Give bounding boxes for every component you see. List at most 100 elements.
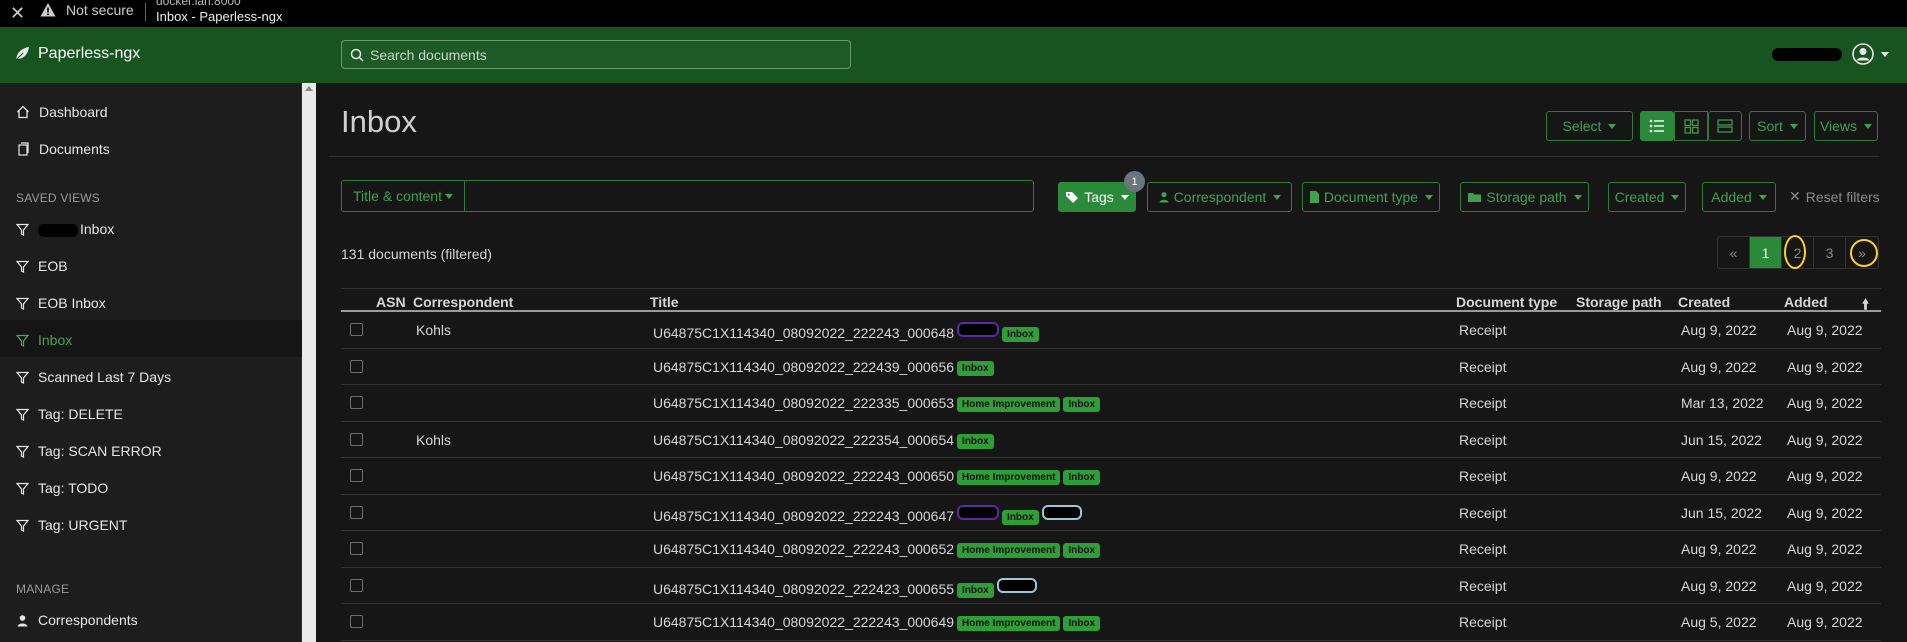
- tag-badge[interactable]: Inbox: [1063, 397, 1101, 412]
- column-header-created[interactable]: Created: [1678, 294, 1730, 310]
- tag-badge[interactable]: Inbox: [957, 360, 994, 376]
- views-button[interactable]: Views: [1814, 111, 1878, 141]
- browser-tab-title: Inbox - Paperless-ngx: [156, 9, 283, 24]
- column-header-document-type[interactable]: Document type: [1456, 294, 1557, 310]
- correspondent-filter-button[interactable]: Correspondent: [1147, 182, 1292, 212]
- cell-document-type: Receipt: [1459, 504, 1507, 521]
- search-input[interactable]: [370, 46, 830, 63]
- view-small-cards-button[interactable]: [1674, 111, 1708, 141]
- cell-title[interactable]: U64875C1X114340_08092022_222354_000654 In…: [653, 432, 994, 449]
- sort-button[interactable]: Sort: [1749, 111, 1806, 141]
- table-row[interactable]: U64875C1X114340_08092022_222439_000656 In…: [341, 349, 1881, 385]
- redacted-tag[interactable]: [957, 504, 1000, 520]
- tag-badge[interactable]: Inbox: [1002, 327, 1039, 342]
- cell-title[interactable]: U64875C1X114340_08092022_222243_000652 Ho…: [653, 541, 1101, 558]
- table-row[interactable]: U64875C1X114340_08092022_222423_000655 In…: [341, 568, 1881, 604]
- cell-title[interactable]: U64875C1X114340_08092022_222243_000648 In…: [653, 322, 1039, 342]
- browser-url[interactable]: docker.lan:8000: [156, 0, 241, 8]
- sidebar-item-label: Dashboard: [39, 104, 108, 120]
- tag-badge[interactable]: Home Improvement: [957, 616, 1061, 631]
- column-header-storage-path[interactable]: Storage path: [1576, 294, 1662, 310]
- row-checkbox[interactable]: [350, 396, 363, 409]
- cell-title[interactable]: U64875C1X114340_08092022_222243_000649 Ho…: [653, 614, 1101, 631]
- created-filter-button[interactable]: Created: [1608, 182, 1686, 212]
- chevron-down-icon: [1120, 194, 1129, 200]
- chevron-down-icon: [1671, 194, 1680, 200]
- page-prev-button[interactable]: «: [1718, 237, 1750, 268]
- cell-title[interactable]: U64875C1X114340_08092022_222439_000656 In…: [653, 359, 994, 376]
- sidebar-item-eob[interactable]: EOB: [16, 257, 68, 275]
- sidebar-scrollbar[interactable]: [302, 83, 316, 642]
- text-filter-mode-dropdown[interactable]: Title & content: [342, 181, 465, 211]
- chevron-down-icon: [1608, 123, 1617, 129]
- cell-title[interactable]: U64875C1X114340_08092022_222335_000653 Ho…: [653, 395, 1101, 412]
- table-row[interactable]: Kohls U64875C1X114340_08092022_222243_000…: [341, 312, 1881, 349]
- reset-filters-button[interactable]: ✕ Reset filters: [1789, 188, 1880, 205]
- tag-badge[interactable]: Inbox: [1063, 470, 1101, 485]
- user-menu[interactable]: [1852, 43, 1889, 65]
- search-box[interactable]: [341, 40, 851, 69]
- sidebar-item-inbox[interactable]: Inbox: [16, 331, 72, 349]
- tag-badge[interactable]: Inbox: [1002, 509, 1039, 525]
- sidebar-item-eob-inbox[interactable]: EOB Inbox: [16, 294, 106, 312]
- sidebar-item-dashboard[interactable]: Dashboard: [16, 103, 108, 121]
- tag-badge[interactable]: Inbox: [1063, 616, 1101, 631]
- cell-title[interactable]: U64875C1X114340_08092022_222243_000650 Ho…: [653, 468, 1101, 485]
- document-type-filter-button[interactable]: Document type: [1302, 182, 1440, 212]
- redacted-tag[interactable]: [957, 322, 1000, 337]
- funnel-icon: [16, 445, 29, 458]
- house-icon: [17, 105, 29, 119]
- row-checkbox[interactable]: [350, 323, 363, 336]
- row-checkbox[interactable]: [350, 615, 363, 628]
- cell-title[interactable]: U64875C1X114340_08092022_222243_000647 In…: [653, 504, 1082, 525]
- row-checkbox[interactable]: [350, 469, 363, 482]
- brand[interactable]: Paperless-ngx: [14, 45, 140, 63]
- tag-badge[interactable]: Home Improvement: [957, 397, 1061, 412]
- sidebar-item-documents[interactable]: Documents: [16, 140, 110, 158]
- sidebar-item-correspondents[interactable]: Correspondents: [16, 611, 138, 629]
- column-header-added[interactable]: Added: [1784, 294, 1828, 310]
- table-row[interactable]: U64875C1X114340_08092022_222243_000649 Ho…: [341, 604, 1881, 641]
- tag-badge[interactable]: Inbox: [957, 433, 994, 449]
- row-checkbox[interactable]: [350, 432, 363, 446]
- cell-title[interactable]: U64875C1X114340_08092022_222423_000655 In…: [653, 577, 1037, 598]
- text-filter-input[interactable]: [465, 181, 1033, 211]
- person-icon: [1159, 192, 1169, 203]
- page-3-button[interactable]: 3: [1814, 237, 1846, 268]
- sidebar-item-redacted-inbox[interactable]: Inbox: [16, 220, 114, 238]
- tag-badge[interactable]: Home Improvement: [957, 543, 1061, 558]
- table-row[interactable]: U64875C1X114340_08092022_222243_000650 Ho…: [341, 458, 1881, 495]
- close-icon[interactable]: ✕: [10, 3, 25, 24]
- sidebar-item-scanned-last-7-days[interactable]: Scanned Last 7 Days: [16, 368, 171, 386]
- row-checkbox[interactable]: [350, 505, 363, 519]
- row-checkbox[interactable]: [350, 542, 363, 555]
- storage-path-filter-button[interactable]: Storage path: [1460, 182, 1589, 212]
- page-1-button[interactable]: 1: [1750, 237, 1782, 268]
- redacted-text: [38, 223, 78, 237]
- view-large-cards-button[interactable]: [1708, 111, 1742, 141]
- view-details-button[interactable]: [1640, 111, 1674, 141]
- sidebar-item-tag-todo[interactable]: Tag: TODO: [16, 479, 108, 497]
- file-icon: [1309, 191, 1319, 203]
- table-row[interactable]: Kohls U64875C1X114340_08092022_222354_000…: [341, 422, 1881, 458]
- tag-badge[interactable]: Inbox: [1063, 543, 1101, 558]
- sidebar-item-tag-urgent[interactable]: Tag: URGENT: [16, 516, 127, 534]
- sidebar-item-tag-delete[interactable]: Tag: DELETE: [16, 405, 123, 423]
- sidebar-item-tag-scan-error[interactable]: Tag: SCAN ERROR: [16, 442, 162, 460]
- redacted-tag[interactable]: [996, 577, 1037, 593]
- row-checkbox[interactable]: [350, 359, 363, 373]
- row-checkbox[interactable]: [350, 578, 363, 592]
- table-row[interactable]: U64875C1X114340_08092022_222243_000652 Ho…: [341, 531, 1881, 568]
- select-button[interactable]: Select: [1546, 111, 1633, 141]
- cell-document-type: Receipt: [1459, 431, 1507, 448]
- scroll-up-icon[interactable]: [305, 86, 313, 91]
- redacted-tag[interactable]: [1041, 504, 1082, 520]
- tag-badge[interactable]: Inbox: [957, 582, 994, 598]
- table-row[interactable]: U64875C1X114340_08092022_222335_000653 Ho…: [341, 385, 1881, 422]
- tag-badge[interactable]: Home Improvement: [957, 470, 1061, 485]
- column-header-title[interactable]: Title: [650, 294, 679, 310]
- table-row[interactable]: U64875C1X114340_08092022_222243_000647 In…: [341, 495, 1881, 531]
- column-header-asn[interactable]: ASN: [376, 294, 406, 310]
- column-header-correspondent[interactable]: Correspondent: [413, 294, 513, 310]
- added-filter-button[interactable]: Added: [1702, 182, 1776, 212]
